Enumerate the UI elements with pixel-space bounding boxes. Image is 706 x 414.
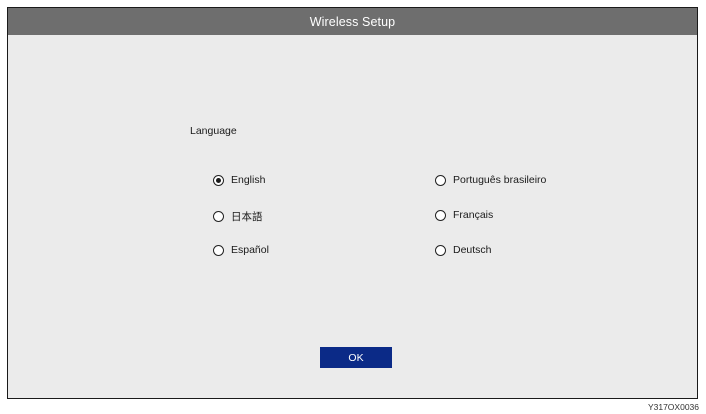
language-option-japanese[interactable]: 日本語	[213, 209, 263, 224]
language-section-label: Language	[190, 125, 237, 137]
radio-unselected-icon[interactable]	[213, 244, 224, 256]
radio-unselected-icon[interactable]	[435, 209, 446, 221]
language-option-label: Deutsch	[453, 244, 492, 256]
language-option-label: Español	[231, 244, 269, 256]
title-bar: Wireless Setup	[8, 8, 697, 35]
ok-button[interactable]: OK	[320, 347, 392, 368]
ok-button-label: OK	[348, 351, 364, 364]
radio-selected-icon[interactable]	[213, 174, 224, 186]
language-option-german[interactable]: Deutsch	[435, 244, 492, 256]
language-option-french[interactable]: Français	[435, 209, 493, 221]
language-option-label: English	[231, 174, 266, 186]
figure-caption: Y317OX0036	[647, 402, 699, 412]
language-option-portuguese[interactable]: Português brasileiro	[435, 174, 546, 186]
language-option-english[interactable]: English	[213, 174, 265, 186]
language-option-spanish[interactable]: Español	[213, 244, 269, 256]
language-option-label: Português brasileiro	[453, 174, 547, 186]
wireless-setup-screen: Wireless Setup Language English 日本語 Espa…	[7, 7, 698, 399]
window-title: Wireless Setup	[309, 14, 396, 29]
radio-unselected-icon[interactable]	[435, 244, 446, 256]
radio-unselected-icon[interactable]	[435, 174, 446, 186]
radio-unselected-icon[interactable]	[213, 211, 224, 222]
language-option-label: 日本語	[231, 211, 263, 223]
language-option-label: Français	[453, 209, 494, 221]
